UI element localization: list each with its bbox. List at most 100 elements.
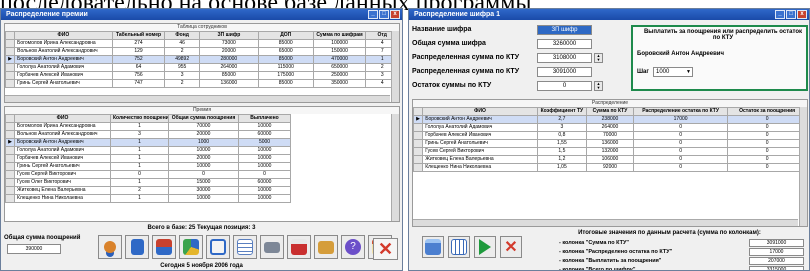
column-header[interactable]: ДОП <box>257 31 314 40</box>
row-header[interactable] <box>5 170 15 179</box>
notes-button[interactable] <box>422 236 444 258</box>
table-cell[interactable]: 136000 <box>198 79 259 88</box>
row-pointer[interactable]: ▶ <box>5 55 16 64</box>
table-row[interactable]: Вольнов Анатолий Александрович 3 20000 6000… <box>5 130 399 139</box>
table-cell[interactable]: 17000 <box>633 115 729 124</box>
table-cell[interactable]: Гусев Сергей Викторович <box>14 170 111 179</box>
table-cell[interactable]: 0 <box>727 147 807 156</box>
table-cell[interactable]: 955 <box>164 63 200 72</box>
table-cell[interactable]: 0 <box>727 163 807 172</box>
maximize-button[interactable]: □ <box>786 10 796 19</box>
column-header[interactable]: Табельный номер <box>111 31 166 40</box>
table-cell[interactable]: 20000 <box>198 47 259 56</box>
row-header[interactable] <box>5 130 15 139</box>
table-cell[interactable]: Гусев Сергей Викторович <box>422 147 538 156</box>
folder-button[interactable] <box>314 235 338 259</box>
table-cell[interactable]: 0 <box>633 123 729 132</box>
column-header[interactable]: Сумма по шифрам <box>312 31 367 40</box>
row-header[interactable] <box>5 154 15 163</box>
table-cell[interactable]: 264000 <box>198 63 259 72</box>
table-cell[interactable]: 274 <box>111 39 166 48</box>
row-header[interactable] <box>5 79 16 88</box>
table-row[interactable]: ▶ Боровский Антон Андреевич 2,7 238000 17000… <box>413 115 807 124</box>
table-cell[interactable]: 752 <box>111 55 166 64</box>
table-cell[interactable]: 650000 <box>312 63 367 72</box>
user-button[interactable] <box>98 235 122 259</box>
table-row[interactable]: Гринь Сергей Анатольевич 1,55 136000 0 0 <box>413 139 807 148</box>
table-cell[interactable]: 0 <box>110 170 169 179</box>
column-header[interactable]: ФИО <box>14 31 113 40</box>
copy-button[interactable] <box>206 235 230 259</box>
row-header[interactable] <box>5 122 15 131</box>
cancel-button[interactable]: ✕ <box>500 236 522 258</box>
table-cell[interactable]: Клещенко Нина Николаевна <box>14 194 111 203</box>
row-header[interactable] <box>413 163 424 172</box>
table-row[interactable]: Горбачев Алексей Иванович 1 20000 10000 <box>5 154 399 163</box>
row-header[interactable] <box>413 139 424 148</box>
table-cell[interactable]: 10000 <box>238 154 291 163</box>
table-cell[interactable]: 747 <box>111 79 166 88</box>
table-cell[interactable]: 0 <box>633 131 729 140</box>
table-cell[interactable]: 2,7 <box>536 115 587 124</box>
column-header[interactable]: Общая сумма поощрения <box>168 114 239 123</box>
table-cell[interactable]: 0 <box>633 147 729 156</box>
table-row[interactable]: Гусев Сергей Викторович 1,5 132000 0 0 <box>413 147 807 156</box>
row-header[interactable] <box>5 63 16 72</box>
table-cell[interactable]: 250000 <box>312 71 367 80</box>
table-cell[interactable]: 115000 <box>257 63 314 72</box>
row-header[interactable] <box>5 178 15 187</box>
table-cell[interactable]: 46 <box>164 39 200 48</box>
table-row[interactable]: Житковец Елена Валерьевна 2 30000 10000 <box>5 186 399 195</box>
vertical-scrollbar[interactable] <box>391 114 399 221</box>
table-row[interactable]: Горбачев Алексей Иванович 756 3 85000 175000… <box>5 71 399 80</box>
table-cell[interactable]: 0 <box>727 155 807 164</box>
table-cell[interactable]: 5000 <box>238 138 291 147</box>
table-cell[interactable]: Вольнов Анатолий Александрович <box>14 130 111 139</box>
column-header[interactable]: Распределение остатка по КТУ <box>633 107 729 116</box>
table-row[interactable]: Гусев Олег Викторович 1 15000 60000 <box>5 178 399 187</box>
table-cell[interactable]: 129 <box>111 47 166 56</box>
row-header[interactable] <box>5 194 15 203</box>
table-cell[interactable]: 60000 <box>238 178 291 187</box>
row-header[interactable] <box>413 131 424 140</box>
row-pointer[interactable]: ▶ <box>5 138 15 147</box>
table-cell[interactable]: Гололуа Анатолий Адамович <box>14 63 113 72</box>
table-cell[interactable]: 10000 <box>168 194 239 203</box>
table-cell[interactable]: 0 <box>727 115 807 124</box>
table-row[interactable]: Богомолов Ирина Александровна 274 46 73000 8… <box>5 39 399 48</box>
remainder-field[interactable]: 0 <box>537 81 592 91</box>
table-cell[interactable]: 0,8 <box>536 131 587 140</box>
table-row[interactable]: ▶ Боровский Антон Андреевич 1 1000 5000 <box>5 138 399 147</box>
table-cell[interactable]: 1000 <box>168 138 239 147</box>
table-cell[interactable]: Гололуа Анатолий Адамович <box>422 123 538 132</box>
table-cell[interactable]: 2 <box>164 47 200 56</box>
table-cell[interactable]: 2 <box>164 79 200 88</box>
row-header[interactable] <box>5 47 16 56</box>
table-cell[interactable]: 10000 <box>238 194 291 203</box>
column-header[interactable]: ЗП шифр <box>198 31 259 40</box>
table-cell[interactable]: 49892 <box>164 55 200 64</box>
table-cell[interactable]: 92000 <box>585 163 635 172</box>
horizontal-scrollbar[interactable] <box>5 95 390 102</box>
table-cell[interactable]: 1 <box>110 154 169 163</box>
table-cell[interactable]: 85000 <box>198 71 259 80</box>
table-row[interactable]: Гринь Сергей Анатольевич 1 10000 10000 <box>5 162 399 171</box>
table-cell[interactable]: 1,2 <box>536 155 587 164</box>
table-row[interactable]: Горбачев Алексей Иванович 0,8 70000 0 0 <box>413 131 807 140</box>
row-header[interactable] <box>5 146 15 155</box>
table-cell[interactable]: 1,5 <box>536 147 587 156</box>
remainder-stepper[interactable]: ▲ ▼ <box>594 81 603 91</box>
table-row[interactable]: Гринь Сергей Анатольевич 747 2 136000 85000 3… <box>5 79 399 88</box>
table-cell[interactable]: Клещенко Нина Николаевна <box>422 163 538 172</box>
table-cell[interactable]: Гусев Олег Викторович <box>14 178 111 187</box>
row-header[interactable] <box>5 71 16 80</box>
table-cell[interactable]: 0 <box>633 163 729 172</box>
vertical-scrollbar[interactable] <box>391 31 399 102</box>
table-cell[interactable]: 10000 <box>238 122 291 131</box>
table-cell[interactable]: Богомолов Ирина Александровна <box>14 39 113 48</box>
table-row[interactable]: Гололуа Анатолий Адамович 1 10000 10000 <box>5 146 399 155</box>
table-cell[interactable]: Боровский Антон Андреевич <box>422 115 538 124</box>
step-select[interactable]: 1000 ▼ <box>653 67 693 77</box>
document-button[interactable] <box>125 235 149 259</box>
horizontal-scrollbar[interactable] <box>413 219 798 226</box>
